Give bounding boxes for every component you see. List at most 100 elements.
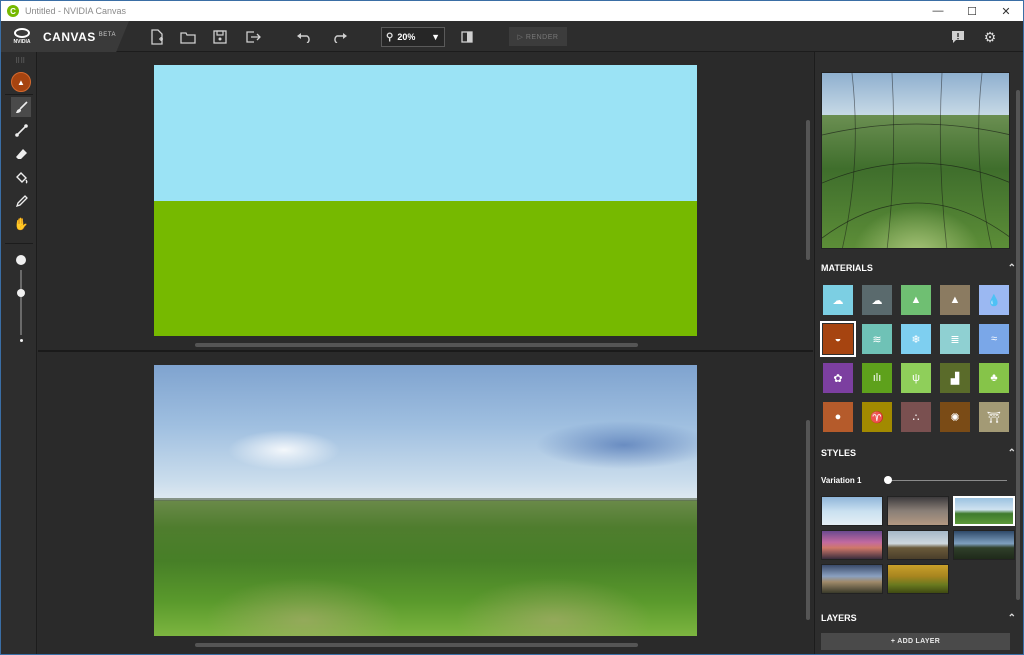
material-swatch[interactable]: ψ [901,363,931,393]
material-swatch[interactable]: ılı [862,363,892,393]
open-button[interactable] [178,27,198,47]
dirt-icon: ✺ [950,411,960,424]
material-swatch[interactable]: ≈ [979,324,1009,354]
nvidia-logo-icon: NVIDIA [11,26,33,48]
new-file-button[interactable] [147,27,167,47]
eraser-tool[interactable] [11,144,31,164]
fog-icon: ≋ [872,333,882,346]
sea-icon: ≈ [990,333,998,345]
style-thumbnails [821,496,1015,594]
sand-icon: ◒ [834,333,842,345]
material-swatch[interactable]: ≋ [862,324,892,354]
output-vertical-scrollbar[interactable] [806,420,810,620]
right-panel: MATERIALS ⌃ ☁ ☁ ▲ ▲ 💧 ◒ ≋ ❄ ≣ ≈ ✿ ılı ψ ▟ ♣ ● ♈ ∴ ✺ ⛩ STYLE… [814,52,1023,654]
flower-icon: ✿ [833,372,843,385]
material-swatch[interactable]: ⛩ [979,402,1009,432]
eyedropper-tool[interactable] [11,191,31,211]
material-swatch[interactable]: ≣ [940,324,970,354]
material-swatch[interactable]: ▟ [940,363,970,393]
material-swatch[interactable]: ✿ [823,363,853,393]
current-material-button[interactable]: ▲ [11,72,31,92]
export-button[interactable] [243,27,263,47]
feedback-button[interactable] [948,27,968,47]
tool-panel: ⠿⠿ ▲ ✋ [1,52,37,654]
fill-icon [15,171,27,184]
variation-slider-knob[interactable] [884,476,892,484]
undo-button[interactable] [294,27,314,47]
bush-icon: ▟ [950,372,960,385]
redo-button[interactable] [330,27,350,47]
style-thumb-6[interactable] [953,530,1015,560]
output-ground [154,500,697,636]
new-file-icon [151,29,163,45]
compare-button[interactable] [458,27,478,47]
right-panel-scrollbar[interactable] [1016,90,1020,600]
export-icon [246,31,261,43]
undo-icon [297,33,310,43]
minimize-button[interactable]: — [921,1,955,21]
variation-slider[interactable] [887,480,1007,481]
panorama-preview[interactable] [821,72,1010,249]
styles-header[interactable]: STYLES ⌃ [821,445,1016,461]
save-button[interactable] [210,27,230,47]
brand-area: NVIDIA CANVAS BETA [1,21,129,52]
collapse-chevron-icon[interactable]: ⌃ [1008,448,1016,459]
main-toolbar: NVIDIA CANVAS BETA ⚲ 20% ▼ ▷ RENDER ⚙ [1,21,1023,52]
material-swatch[interactable]: ❄ [901,324,931,354]
materials-header[interactable]: MATERIALS ⌃ [821,260,1016,276]
brush-tool[interactable] [11,97,31,117]
zoom-value: 20% [397,32,416,42]
tall-grass-icon: ψ [912,372,920,384]
pan-tool[interactable]: ✋ [11,214,31,234]
output-sky [154,365,697,500]
material-swatch[interactable]: ♈ [862,402,892,432]
brush-size-knob[interactable] [17,288,25,297]
style-thumb-7[interactable] [821,564,883,594]
material-swatch[interactable]: ▲ [940,285,970,315]
output-horizon [154,498,697,501]
canvas-vertical-scrollbar[interactable] [806,120,810,260]
material-swatch[interactable]: ∴ [901,402,931,432]
material-swatch[interactable]: 💧 [979,285,1009,315]
style-thumb-1[interactable] [821,496,883,526]
style-thumb-3[interactable] [953,496,1015,526]
fill-tool[interactable] [11,167,31,187]
layers-header[interactable]: LAYERS ⌃ [821,610,1016,626]
material-swatch[interactable]: ▲ [901,285,931,315]
open-folder-icon [180,31,196,44]
collapse-chevron-icon[interactable]: ⌃ [1008,613,1016,624]
maximize-button[interactable]: ☐ [955,1,989,21]
material-swatch[interactable]: ● [823,402,853,432]
material-swatch[interactable]: ☁ [823,285,853,315]
zoom-select[interactable]: ⚲ 20% ▼ [381,27,445,47]
brush-size-max-icon [16,255,26,265]
style-thumb-2[interactable] [887,496,949,526]
style-thumb-4[interactable] [821,530,883,560]
output-horizontal-scrollbar[interactable] [195,643,638,647]
settings-button[interactable]: ⚙ [980,27,1000,47]
add-layer-button[interactable]: + ADD LAYER [821,633,1010,650]
brush-size-slider[interactable] [20,270,22,335]
style-thumb-5[interactable] [887,530,949,560]
material-swatch[interactable]: ◒ [820,321,856,357]
pane-divider[interactable] [38,350,813,352]
river-icon: ≣ [950,333,960,346]
drag-grip-icon[interactable]: ⠿⠿ [15,57,25,65]
nvidia-canvas-app-icon: C [7,5,19,17]
collapse-chevron-icon[interactable]: ⌃ [1008,263,1016,274]
brush-size-min-icon [20,339,23,342]
grass-icon: ılı [872,372,882,384]
close-button[interactable]: ✕ [989,1,1023,21]
water-drop-icon: 💧 [987,294,1001,307]
line-tool[interactable] [11,120,31,140]
eyedropper-icon [15,194,28,207]
canvas-horizontal-scrollbar[interactable] [195,343,638,347]
segmentation-canvas[interactable] [154,65,697,336]
render-button[interactable]: ▷ RENDER [509,27,567,46]
style-thumb-8[interactable] [887,564,949,594]
material-swatch[interactable]: ♣ [979,363,1009,393]
stone-icon: ● [834,411,842,423]
styles-title: STYLES [821,448,857,458]
material-swatch[interactable]: ☁ [862,285,892,315]
material-swatch[interactable]: ✺ [940,402,970,432]
